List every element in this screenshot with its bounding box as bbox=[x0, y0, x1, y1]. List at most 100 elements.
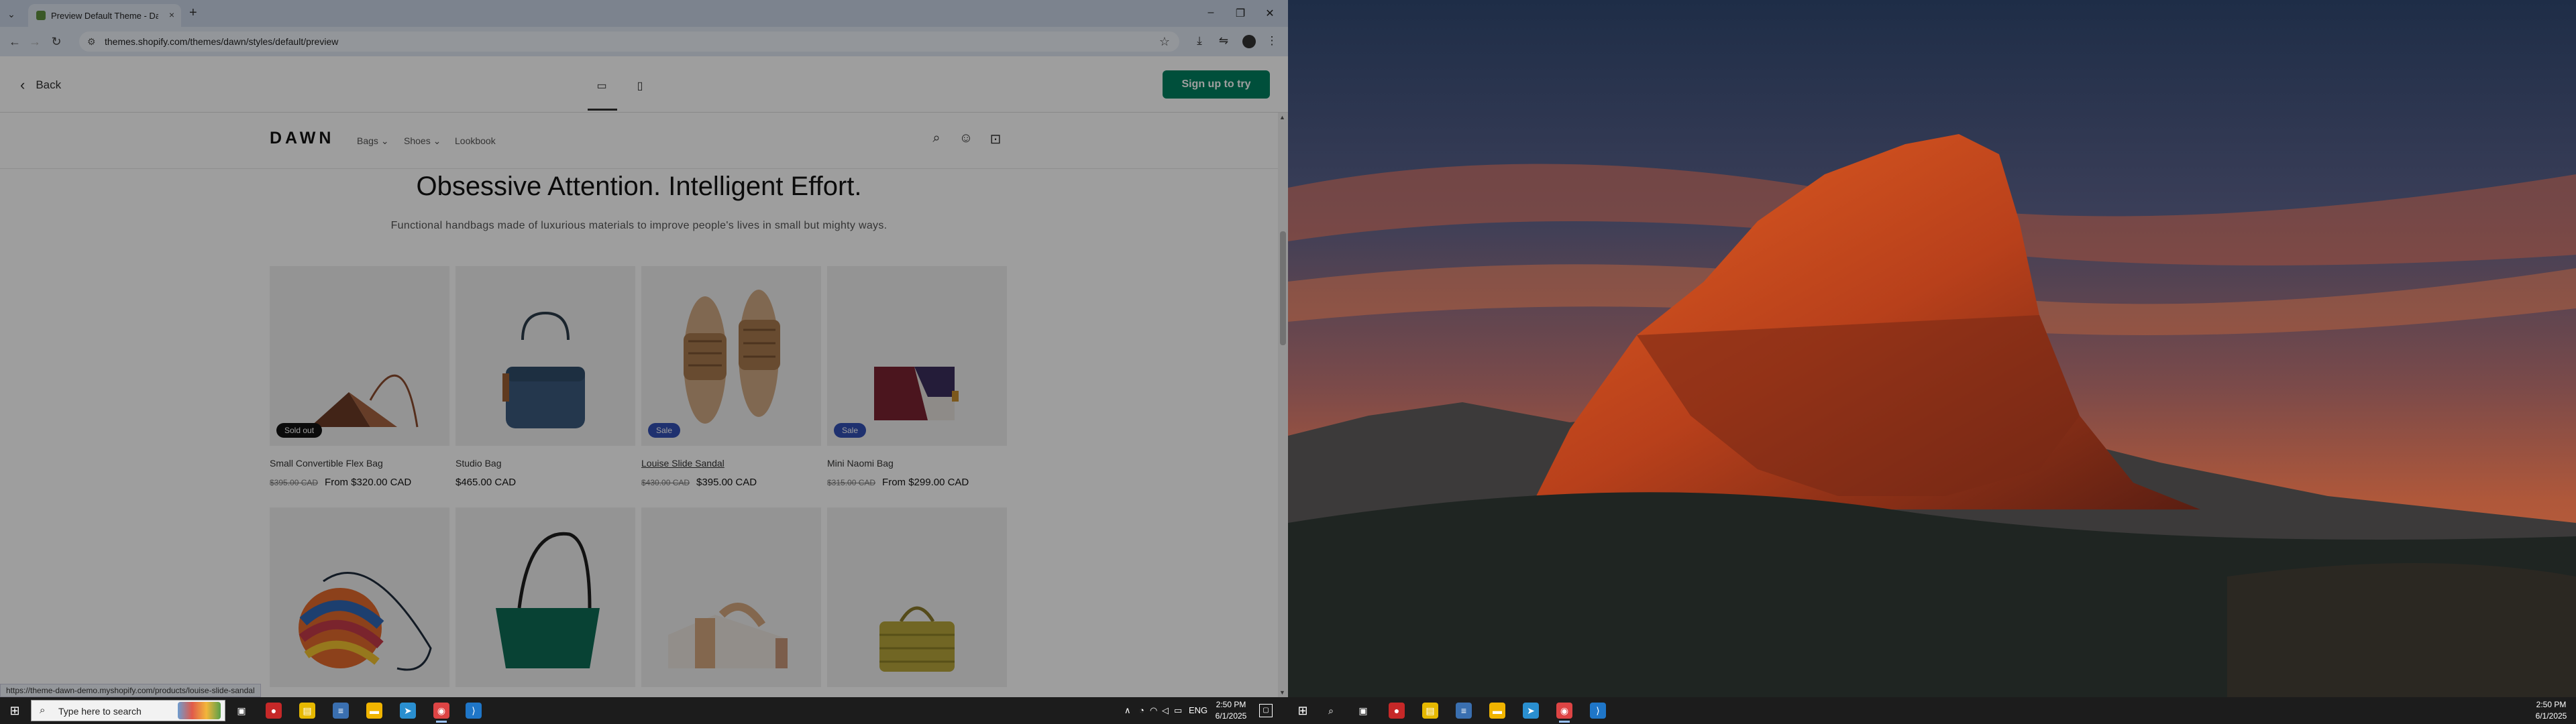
download-icon[interactable]: ⤓ bbox=[1191, 34, 1208, 48]
product-image[interactable] bbox=[270, 507, 449, 687]
account-icon[interactable]: ☺ bbox=[957, 131, 975, 146]
selected-device-indicator bbox=[588, 109, 617, 111]
browser-tab[interactable]: Preview Default Theme - Dawn × bbox=[28, 4, 181, 27]
telegram-icon[interactable]: ➤ bbox=[1523, 703, 1539, 719]
product-card[interactable]: Sale Louise Slide Sandal $430.00 CAD $395… bbox=[641, 266, 821, 488]
bookmark-star-icon[interactable]: ☆ bbox=[1159, 35, 1170, 49]
search-icon: ⌕ bbox=[40, 705, 46, 716]
product-card[interactable] bbox=[270, 507, 449, 687]
product-image[interactable] bbox=[455, 266, 635, 446]
clock[interactable]: 2:50 PM 6/1/2025 bbox=[1209, 699, 1253, 722]
product-card[interactable] bbox=[455, 507, 635, 687]
product-image[interactable] bbox=[641, 507, 821, 687]
app-red-icon[interactable]: ● bbox=[1389, 703, 1405, 719]
tab-close-icon[interactable]: × bbox=[169, 9, 174, 20]
product-image[interactable]: Sold out bbox=[270, 266, 449, 446]
cart-icon[interactable]: ⊡ bbox=[987, 131, 1004, 147]
file-explorer-icon[interactable]: ▬ bbox=[1489, 703, 1505, 719]
back-button[interactable]: ‹ Back bbox=[20, 76, 61, 94]
search-icon[interactable]: ⌕ bbox=[1323, 703, 1339, 719]
windows-start-icon[interactable]: ⊞ bbox=[1296, 704, 1309, 717]
mobile-view-icon[interactable]: ▯ bbox=[631, 78, 649, 95]
extensions-icon[interactable]: ⇋ bbox=[1216, 34, 1232, 48]
tray-app-icon[interactable]: ◔ bbox=[1139, 705, 1144, 715]
mini-bag-illustration bbox=[874, 367, 959, 420]
sale-badge: Sale bbox=[834, 423, 867, 438]
volume-icon[interactable]: ◁ bbox=[1162, 705, 1169, 716]
network-icon[interactable]: ◠ bbox=[1150, 705, 1157, 716]
page-scrollbar[interactable] bbox=[1278, 113, 1288, 697]
forward-arrow-icon[interactable]: → bbox=[27, 35, 43, 48]
language-indicator[interactable]: ENG bbox=[1189, 705, 1208, 715]
product-card[interactable]: Sold out Small Convertible Flex Bag $395… bbox=[270, 266, 449, 488]
windows-start-icon[interactable]: ⊞ bbox=[8, 704, 21, 717]
sticky-notes-icon[interactable]: ▤ bbox=[1422, 703, 1438, 719]
product-image[interactable]: Sale bbox=[641, 266, 821, 446]
vscode-icon[interactable]: ⟩ bbox=[1590, 703, 1606, 719]
clock[interactable]: 2:50 PM 6/1/2025 bbox=[2529, 699, 2573, 722]
product-card[interactable]: Studio Bag $465.00 CAD bbox=[455, 266, 635, 488]
compare-price: $430.00 CAD bbox=[641, 478, 690, 487]
notepad-icon[interactable]: ≡ bbox=[333, 703, 349, 719]
right-monitor-desktop: ⊞ ⌕ ▣ ● ▤ ≡ ▬ ➤ ◉ ⟩ 2:50 PM 6/1/2025 bbox=[1288, 0, 2576, 724]
file-explorer-icon[interactable]: ▬ bbox=[366, 703, 382, 719]
vscode-icon[interactable]: ⟩ bbox=[466, 703, 482, 719]
product-title[interactable]: Small Convertible Flex Bag bbox=[270, 458, 449, 469]
desktop-view-icon[interactable]: ▭ bbox=[593, 78, 610, 95]
taskbar-search-box[interactable]: ⌕ Type here to search bbox=[31, 700, 225, 721]
task-view-icon[interactable]: ▣ bbox=[233, 703, 250, 719]
heel-illustration bbox=[668, 603, 788, 668]
maximize-button[interactable]: ❐ bbox=[1230, 7, 1250, 20]
sign-up-button[interactable]: Sign up to try bbox=[1163, 70, 1270, 99]
tray-chevron-up-icon[interactable]: ∧ bbox=[1124, 705, 1131, 716]
store-logo[interactable]: DAWN bbox=[270, 129, 334, 148]
chrome-icon[interactable]: ◉ bbox=[433, 703, 449, 723]
product-title[interactable]: Louise Slide Sandal bbox=[641, 458, 821, 469]
striped-bag-illustration bbox=[299, 572, 432, 671]
task-view-icon[interactable]: ▣ bbox=[1355, 703, 1371, 719]
browser-toolbar: ← → ↻ ⚙ themes.shopify.com/themes/dawn/s… bbox=[0, 27, 1288, 56]
browser-tab-strip: ⌄ Preview Default Theme - Dawn × + – ❐ ✕ bbox=[0, 0, 1288, 27]
site-info-icon[interactable]: ⚙ bbox=[87, 36, 96, 48]
product-image[interactable]: Sale bbox=[827, 266, 1007, 446]
scroll-up-arrow-icon[interactable]: ▲ bbox=[1279, 114, 1285, 121]
notepad-icon[interactable]: ≡ bbox=[1456, 703, 1472, 719]
minimize-button[interactable]: – bbox=[1201, 7, 1221, 19]
product-price: $465.00 CAD bbox=[455, 477, 517, 488]
nav-item-lookbook[interactable]: Lookbook bbox=[455, 135, 496, 146]
taskbar-right: ⊞ ⌕ ▣ ● ▤ ≡ ▬ ➤ ◉ ⟩ 2:50 PM 6/1/2025 bbox=[1288, 697, 2576, 724]
address-url[interactable]: themes.shopify.com/themes/dawn/styles/de… bbox=[105, 36, 338, 47]
app-red-icon[interactable]: ● bbox=[266, 703, 282, 719]
nav-item-shoes[interactable]: Shoes ⌄ bbox=[404, 135, 441, 147]
reload-icon[interactable]: ↻ bbox=[48, 35, 64, 48]
sticky-notes-icon[interactable]: ▤ bbox=[299, 703, 315, 719]
product-card[interactable] bbox=[641, 507, 821, 687]
tab-search-chevron-icon[interactable]: ⌄ bbox=[4, 7, 19, 21]
green-bag-illustration bbox=[496, 532, 600, 668]
scroll-down-arrow-icon[interactable]: ▼ bbox=[1279, 689, 1285, 696]
close-window-button[interactable]: ✕ bbox=[1260, 7, 1280, 20]
new-tab-button[interactable]: + bbox=[189, 6, 197, 19]
telegram-icon[interactable]: ➤ bbox=[400, 703, 416, 719]
product-card[interactable] bbox=[827, 507, 1007, 687]
chevron-left-icon: ‹ bbox=[20, 76, 25, 93]
menu-kebab-icon[interactable]: ⋮ bbox=[1264, 34, 1280, 48]
product-image[interactable] bbox=[455, 507, 635, 687]
link-status-bar: https://theme-dawn-demo.myshopify.com/pr… bbox=[0, 684, 261, 697]
product-title[interactable]: Studio Bag bbox=[455, 458, 635, 469]
battery-icon[interactable]: ▭ bbox=[1174, 705, 1182, 716]
nav-item-bags[interactable]: Bags ⌄ bbox=[357, 135, 389, 147]
compare-price: $395.00 CAD bbox=[270, 478, 319, 487]
product-title[interactable]: Mini Naomi Bag bbox=[827, 458, 1007, 469]
chrome-icon[interactable]: ◉ bbox=[1556, 703, 1572, 723]
notification-icon[interactable]: ▢ bbox=[1259, 704, 1273, 717]
product-card[interactable]: Sale Mini Naomi Bag $315.00 CAD From $299… bbox=[827, 266, 1007, 488]
sold-out-badge: Sold out bbox=[276, 423, 323, 438]
address-bar[interactable]: ⚙ themes.shopify.com/themes/dawn/styles/… bbox=[79, 32, 1179, 52]
back-arrow-icon[interactable]: ← bbox=[7, 35, 23, 48]
studio-bag-illustration bbox=[502, 311, 585, 428]
search-icon[interactable]: ⌕ bbox=[928, 131, 945, 146]
product-image[interactable] bbox=[827, 507, 1007, 687]
profile-avatar-icon[interactable] bbox=[1242, 35, 1256, 48]
scrollbar-thumb[interactable] bbox=[1280, 231, 1286, 345]
